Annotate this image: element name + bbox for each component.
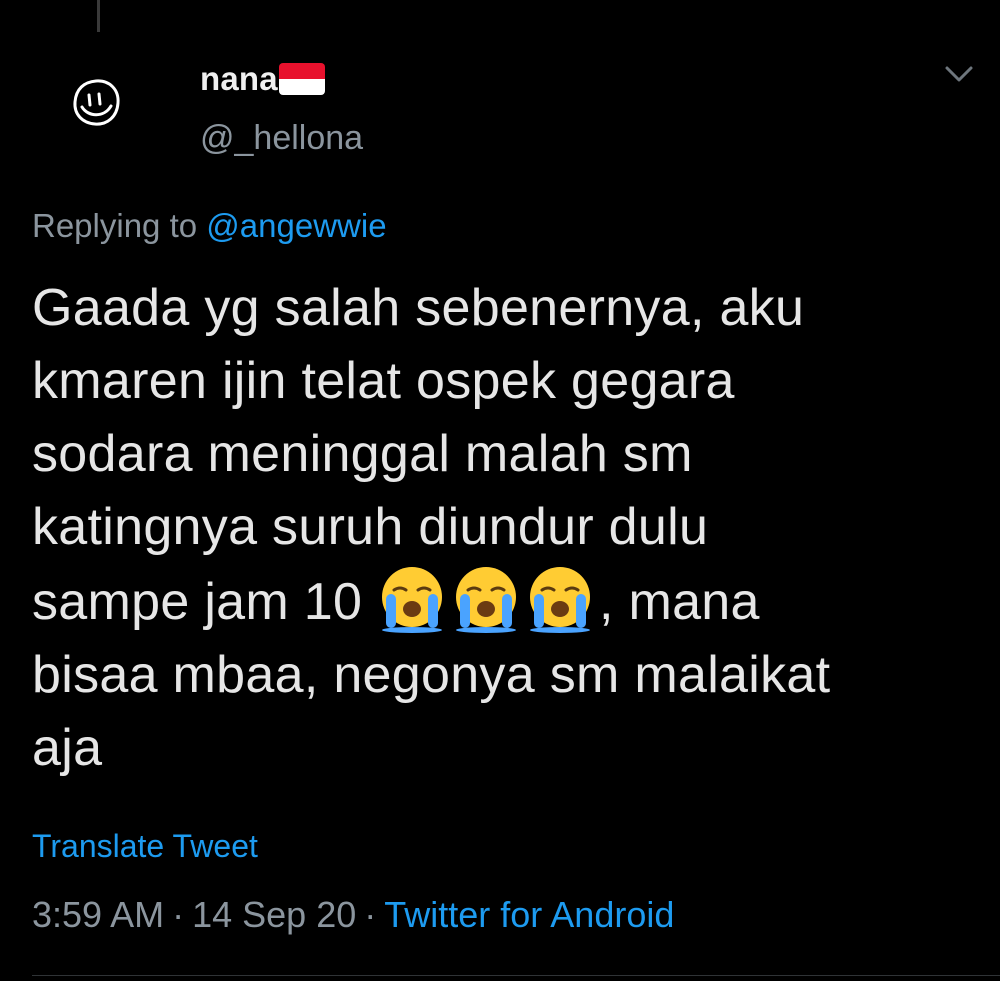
tweet-text-line: aja bbox=[32, 719, 103, 777]
divider bbox=[32, 975, 1000, 976]
meta-separator: · bbox=[172, 894, 185, 935]
indonesia-flag-icon bbox=[278, 63, 325, 95]
tweet-meta: 3:59 AM · 14 Sep 20 · Twitter for Android bbox=[32, 894, 674, 936]
tweet-text-line: Gaada yg salah sebenernya, aku bbox=[32, 279, 805, 337]
loudly-crying-face-icon bbox=[525, 564, 595, 634]
replying-to-line: Replying to @angewwie bbox=[32, 207, 387, 245]
tweet-text-line: sodara meninggal malah sm bbox=[32, 425, 693, 483]
loudly-crying-face-icon bbox=[377, 564, 447, 634]
username[interactable]: @_hellona bbox=[200, 119, 363, 158]
chevron-down-icon[interactable] bbox=[942, 62, 976, 86]
translate-tweet-link[interactable]: Translate Tweet bbox=[32, 828, 258, 865]
tweet-text-segment: , mana bbox=[598, 573, 760, 631]
replying-to-label: Replying to bbox=[32, 207, 198, 244]
tweet-text: Gaada yg salah sebenernya, aku kmaren ij… bbox=[32, 272, 972, 785]
tweet-source-link[interactable]: Twitter for Android bbox=[384, 894, 674, 935]
tweet-text-line: bisaa mbaa, negonya sm malaikat bbox=[32, 646, 831, 704]
tweet-text-segment: sampe jam 10 bbox=[32, 573, 377, 631]
loudly-crying-face-icon bbox=[451, 564, 521, 634]
avatar[interactable] bbox=[66, 73, 126, 133]
thread-connector-line bbox=[97, 0, 100, 32]
reply-to-handle-link[interactable]: @angewwie bbox=[206, 207, 386, 244]
tweet-text-line: katingnya suruh diundur dulu bbox=[32, 498, 709, 556]
tweet-date[interactable]: 14 Sep 20 bbox=[192, 894, 356, 935]
meta-separator: · bbox=[364, 894, 377, 935]
display-name[interactable]: nana bbox=[200, 60, 278, 98]
smiley-doodle-icon bbox=[73, 79, 120, 126]
tweet-time[interactable]: 3:59 AM bbox=[32, 894, 164, 935]
author-name-row[interactable]: nana bbox=[200, 56, 325, 102]
tweet-text-line: sampe jam 10 , mana bbox=[32, 564, 972, 639]
tweet-text-line: kmaren ijin telat ospek gegara bbox=[32, 352, 735, 410]
